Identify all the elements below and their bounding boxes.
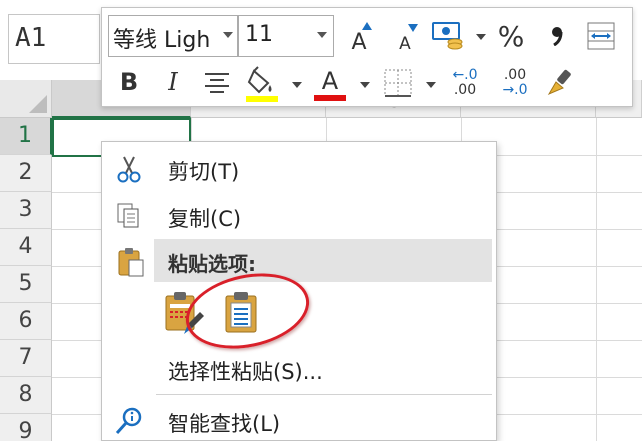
select-all-corner[interactable] bbox=[0, 80, 52, 118]
font-size-value: 11 bbox=[245, 22, 273, 47]
font-color-swatch bbox=[314, 95, 346, 101]
decrease-decimal-button[interactable]: .00 →.0 bbox=[494, 64, 536, 102]
menu-item-copy[interactable]: 复制(C) bbox=[102, 197, 496, 235]
bold-button[interactable]: B bbox=[114, 64, 144, 100]
menu-item-paste-special[interactable]: 选择性粘贴(S)... bbox=[102, 350, 496, 388]
row-header-2[interactable]: 2 bbox=[0, 155, 52, 192]
money-icon bbox=[432, 22, 463, 50]
format-painter-icon bbox=[547, 69, 571, 96]
format-painter-button[interactable] bbox=[542, 64, 580, 102]
row-header-9[interactable]: 9 bbox=[0, 414, 52, 441]
increase-decimal-button[interactable]: ←.0 .00 bbox=[444, 64, 486, 102]
name-box[interactable]: A1 bbox=[8, 14, 100, 64]
chevron-down-icon[interactable] bbox=[292, 82, 302, 88]
chevron-down-icon[interactable] bbox=[476, 34, 486, 40]
caret-up-icon bbox=[362, 22, 372, 30]
chevron-down-icon[interactable] bbox=[317, 32, 327, 38]
center-align-button[interactable] bbox=[200, 64, 234, 100]
font-name-value: 等线 Ligh bbox=[113, 28, 211, 53]
copy-icon bbox=[117, 203, 139, 228]
paste-clipboard-icon bbox=[118, 248, 144, 277]
scissors-icon bbox=[117, 156, 141, 183]
chevron-down-icon[interactable] bbox=[223, 32, 233, 38]
menu-item-label: 复制(C) bbox=[168, 207, 242, 231]
chevron-down-icon[interactable] bbox=[360, 82, 370, 88]
bold-letter: B bbox=[119, 68, 139, 96]
borders-icon bbox=[384, 69, 412, 97]
paste-options-heading: 粘贴选项: bbox=[154, 239, 492, 282]
row-header-7[interactable]: 7 bbox=[0, 340, 52, 377]
menu-item-smart-lookup[interactable]: 智能查找(L) bbox=[102, 402, 496, 440]
menu-item-label: 智能查找(L) bbox=[168, 412, 281, 436]
chevron-down-icon[interactable] bbox=[426, 82, 436, 88]
merge-center-icon bbox=[587, 22, 615, 50]
decrease-decimal-top: .00 bbox=[503, 67, 527, 83]
increase-decimal-bottom: .00 bbox=[453, 82, 477, 98]
fill-color-button[interactable] bbox=[242, 64, 282, 104]
percent-symbol: % bbox=[497, 19, 525, 53]
font-size-box[interactable]: 11 bbox=[238, 15, 334, 57]
search-icon bbox=[115, 407, 142, 435]
paste-options-label: 粘贴选项: bbox=[168, 252, 256, 276]
row-header-8[interactable]: 8 bbox=[0, 377, 52, 414]
comma-style-button[interactable] bbox=[542, 18, 572, 54]
row-header-1[interactable]: 1 bbox=[0, 118, 52, 155]
menu-item-cut[interactable]: 剪切(T) bbox=[102, 150, 496, 188]
row-header-6[interactable]: 6 bbox=[0, 303, 52, 340]
increase-decimal-top: ←.0 bbox=[452, 67, 478, 83]
comma-icon bbox=[552, 27, 563, 46]
menu-item-label: 剪切(T) bbox=[168, 160, 240, 184]
wrap-text-button[interactable] bbox=[584, 18, 618, 54]
row-header-3[interactable]: 3 bbox=[0, 192, 52, 229]
decrease-font-size-button[interactable]: A bbox=[390, 18, 420, 54]
increase-font-letter: A bbox=[351, 29, 367, 55]
paint-bucket-icon bbox=[246, 66, 278, 102]
italic-letter: I bbox=[168, 68, 178, 96]
row-header-5[interactable]: 5 bbox=[0, 266, 52, 303]
font-name-box[interactable]: 等线 Ligh bbox=[108, 15, 238, 57]
increase-font-size-button[interactable]: A bbox=[344, 18, 374, 55]
mini-toolbar: 等线 Ligh 11 A A % B I A ←.0 .00 .00 →.0 bbox=[101, 7, 633, 107]
borders-button[interactable] bbox=[380, 64, 416, 102]
menu-item-label: 选择性粘贴(S)... bbox=[168, 360, 323, 384]
menu-separator bbox=[156, 394, 492, 395]
accounting-format-button[interactable] bbox=[430, 18, 466, 54]
percent-style-button[interactable]: % bbox=[494, 18, 528, 54]
font-color-letter: A bbox=[321, 67, 339, 95]
font-color-button[interactable]: A bbox=[312, 64, 348, 104]
grid-line bbox=[596, 118, 597, 441]
caret-down-icon bbox=[408, 24, 418, 32]
decrease-font-letter: A bbox=[399, 34, 411, 54]
align-center-icon bbox=[205, 73, 229, 93]
decrease-decimal-bottom: →.0 bbox=[502, 82, 528, 98]
italic-button[interactable]: I bbox=[158, 64, 188, 100]
row-header-4[interactable]: 4 bbox=[0, 229, 52, 266]
